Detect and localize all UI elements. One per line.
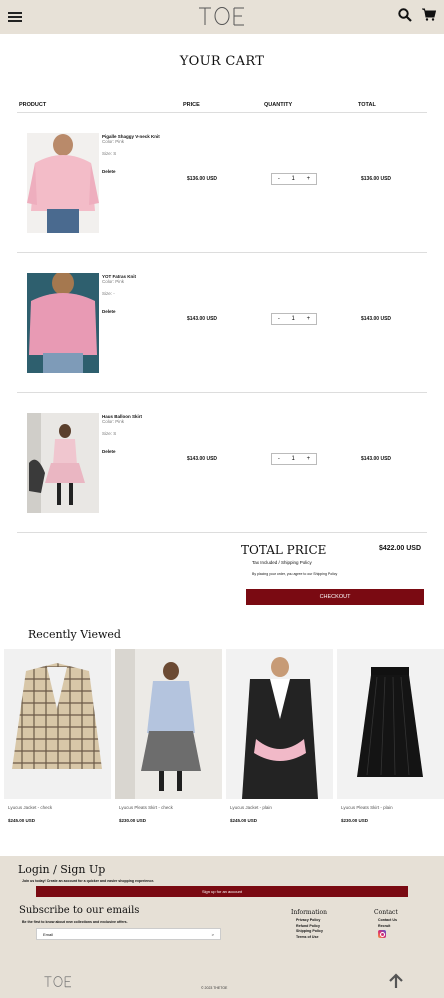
quantity-value[interactable]: 1 xyxy=(292,316,295,322)
quantity-value[interactable]: 1 xyxy=(292,456,295,462)
site-footer: Login / Sign Up Join us today! Create an… xyxy=(0,856,444,998)
decrement-button[interactable]: - xyxy=(278,316,280,322)
item-total: $136.00 USD xyxy=(361,176,392,182)
product-card[interactable]: Lyucus Pleats Skirt - plain $230.00 USD xyxy=(337,649,444,823)
hamburger-icon[interactable] xyxy=(8,12,22,22)
signup-button[interactable]: Sign up for an account xyxy=(36,886,408,897)
item-total: $143.00 USD xyxy=(361,456,392,462)
contact-links: Contact Us Recruit xyxy=(378,918,397,929)
product-name[interactable]: Lyucus Jacket - check xyxy=(8,805,111,810)
column-product: PRODUCT xyxy=(19,102,47,108)
product-size: Size: S xyxy=(102,151,117,156)
shipping-policy-link[interactable]: Shipping Policy xyxy=(296,929,323,935)
product-price: $245.00 USD xyxy=(8,818,36,823)
cart-item: Pigalle Shaggy V-neck Knit Color: Pink S… xyxy=(17,113,427,253)
increment-button[interactable]: + xyxy=(307,316,311,322)
join-text: Join us today! Create an account for a q… xyxy=(22,879,155,883)
back-to-top-icon[interactable] xyxy=(388,973,404,994)
increment-button[interactable]: + xyxy=(307,456,311,462)
subscribe-text: Be the first to know about new collectio… xyxy=(22,920,128,924)
cart-icon[interactable] xyxy=(422,8,437,26)
increment-button[interactable]: + xyxy=(307,176,311,182)
total-price-label: TOTAL PRICE xyxy=(241,543,327,557)
product-image[interactable] xyxy=(115,649,222,799)
product-color: Color: Pink xyxy=(102,279,125,284)
login-title[interactable]: Login / Sign Up xyxy=(18,863,105,876)
product-image[interactable] xyxy=(27,133,99,233)
information-links: Privacy Policy Refund Policy Shipping Po… xyxy=(296,918,323,940)
product-card[interactable]: Lyucus Jacket - plain $245.00 USD xyxy=(226,649,333,823)
product-color: Color: Pink xyxy=(102,139,125,144)
column-total: TOTAL xyxy=(358,102,376,108)
delete-link[interactable]: Delete xyxy=(102,449,116,454)
contact-title: Contact xyxy=(374,909,398,916)
product-image[interactable] xyxy=(4,649,111,799)
product-size: Size: - xyxy=(102,291,115,296)
site-header xyxy=(0,0,444,34)
product-name[interactable]: Lyucus Pleats Skirt - plain xyxy=(341,805,444,810)
column-price: PRICE xyxy=(183,102,200,108)
email-submit-button[interactable]: > xyxy=(212,932,214,937)
product-name[interactable]: Lyucus Jacket - plain xyxy=(230,805,333,810)
instagram-icon[interactable] xyxy=(378,930,386,938)
item-price: $143.00 USD xyxy=(187,456,218,462)
product-size: Size: S xyxy=(102,431,117,436)
total-price-amount: $422.00 USD xyxy=(379,545,422,552)
product-card[interactable]: Lyucus Pleats Skirt - check $230.00 USD xyxy=(115,649,222,823)
item-price: $136.00 USD xyxy=(187,176,218,182)
quantity-stepper: - 1 + xyxy=(271,453,317,465)
recruit-link[interactable]: Recruit xyxy=(378,924,397,930)
email-placeholder: Email xyxy=(43,931,54,937)
cart-title: YOUR CART xyxy=(179,54,265,69)
item-total: $143.00 USD xyxy=(361,316,392,322)
column-quantity: QUANTITY xyxy=(264,102,293,108)
search-icon[interactable] xyxy=(398,7,412,27)
quantity-value[interactable]: 1 xyxy=(292,176,295,182)
subscribe-title: Subscribe to our emails xyxy=(19,905,140,916)
product-image[interactable] xyxy=(27,413,99,513)
product-price: $230.00 USD xyxy=(341,818,369,823)
recently-viewed-title: Recently Viewed xyxy=(28,628,121,641)
cart-table-header: PRODUCT PRICE QUANTITY TOTAL xyxy=(17,99,427,113)
product-image[interactable] xyxy=(337,649,444,799)
product-price: $230.00 USD xyxy=(119,818,147,823)
quantity-stepper: - 1 + xyxy=(271,173,317,185)
cart-item: YOT Fatras Knit Color: Pink Size: - Dele… xyxy=(17,253,427,393)
product-color: Color: Pink xyxy=(102,419,125,424)
product-image[interactable] xyxy=(226,649,333,799)
information-title: Information xyxy=(291,909,328,916)
decrement-button[interactable]: - xyxy=(278,456,280,462)
copyright: © 2023 THETOE xyxy=(201,986,228,990)
item-price: $143.00 USD xyxy=(187,316,218,322)
email-field[interactable]: Email > xyxy=(36,928,221,940)
product-price: $245.00 USD xyxy=(230,818,258,823)
product-image[interactable] xyxy=(27,273,99,373)
privacy-policy-link[interactable]: Privacy Policy xyxy=(296,918,323,924)
cart-item: Haus Balloon Skirt Color: Pink Size: S D… xyxy=(17,393,427,533)
product-card[interactable]: Lyucus Jacket - check $245.00 USD xyxy=(4,649,111,823)
recently-viewed-grid: Lyucus Jacket - check $245.00 USD Lyucus… xyxy=(0,649,444,823)
site-logo[interactable] xyxy=(198,5,246,32)
tax-shipping-note[interactable]: Tax Included / Shipping Policy xyxy=(252,560,312,565)
agreement-note: By placing your order, you agree to our … xyxy=(252,572,338,576)
cart-summary: TOTAL PRICE $422.00 USD Tax Included / S… xyxy=(0,533,444,623)
delete-link[interactable]: Delete xyxy=(102,169,116,174)
decrement-button[interactable]: - xyxy=(278,176,280,182)
checkout-button[interactable]: CHECKOUT xyxy=(246,589,424,605)
quantity-stepper: - 1 + xyxy=(271,313,317,325)
product-name[interactable]: Lyucus Pleats Skirt - check xyxy=(119,805,222,810)
footer-logo[interactable] xyxy=(43,975,73,993)
delete-link[interactable]: Delete xyxy=(102,309,116,314)
terms-of-use-link[interactable]: Terms of Use xyxy=(296,935,323,941)
contact-us-link[interactable]: Contact Us xyxy=(378,918,397,924)
